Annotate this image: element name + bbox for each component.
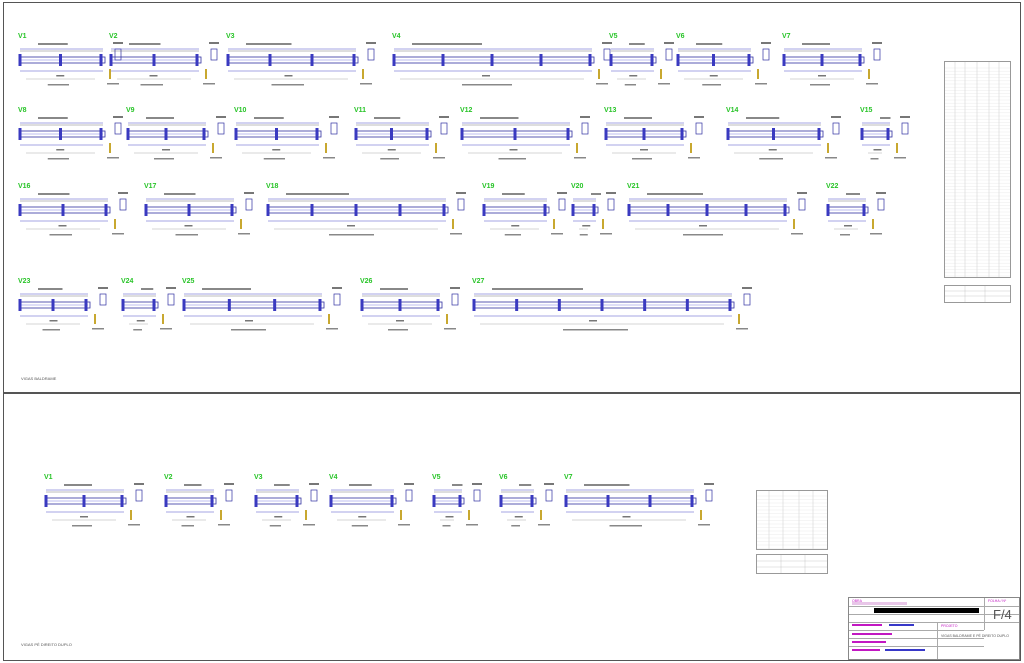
decor-line-5 <box>852 649 880 651</box>
beam-detail-drawing <box>460 116 590 160</box>
steel-totals-table-bottom <box>756 554 828 574</box>
steel-totals-table <box>944 285 1011 303</box>
projeto-value: VIGAS BALDRAME E PÉ DIREITO DUPLO <box>941 634 1010 638</box>
beam-detail-drawing <box>18 192 128 236</box>
beam-detail-drawing <box>676 42 771 86</box>
beam-detail-drawing <box>164 483 234 527</box>
sheet-label-bottom: VIGAS PÉ DIREITO DUPLO <box>21 642 72 647</box>
steel-summary-table <box>944 61 1011 278</box>
beam-detail-drawing <box>782 42 882 86</box>
beam-detail-drawing <box>472 287 752 331</box>
decor-line-6 <box>885 649 925 651</box>
redacted-owner <box>874 608 979 613</box>
decor-line-1 <box>852 624 882 626</box>
beam-detail-drawing <box>726 116 841 160</box>
beam-detail-drawing <box>18 287 108 331</box>
beam-detail-drawing <box>860 116 910 160</box>
decor-line-2 <box>889 624 914 626</box>
beam-detail-drawing <box>354 116 449 160</box>
sheet-number: F/4 <box>993 607 1012 622</box>
beam-detail-drawing <box>392 42 612 86</box>
beam-detail-drawing <box>826 192 886 236</box>
beam-detail-drawing <box>182 287 342 331</box>
beam-detail-drawing <box>360 287 460 331</box>
steel-totals-grid <box>945 286 1010 302</box>
beam-detail-drawing <box>109 42 219 86</box>
decor-line-4 <box>852 641 886 643</box>
steel-summary-table-bottom <box>756 490 828 550</box>
beam-detail-drawing <box>499 483 554 527</box>
beam-detail-drawing <box>627 192 807 236</box>
beam-detail-drawing <box>432 483 482 527</box>
beam-detail-drawing <box>234 116 339 160</box>
folha-label: FOLHA / Nº <box>988 599 1007 603</box>
beam-detail-drawing <box>604 116 704 160</box>
highlight-bar <box>852 602 907 605</box>
title-block: OBRA FOLHA / Nº F/4 PROJETO VIGAS BALDRA… <box>848 597 1020 660</box>
beam-detail-drawing <box>44 483 144 527</box>
decor-line-3 <box>852 633 892 635</box>
beam-detail-drawing <box>144 192 254 236</box>
beam-detail-drawing <box>126 116 226 160</box>
beam-detail-drawing <box>266 192 466 236</box>
sheet-label-top: VIGAS BALDRAME <box>21 376 57 381</box>
steel-totals-grid-bottom <box>757 555 827 573</box>
steel-summary-grid <box>945 62 1010 277</box>
beam-detail-drawing <box>254 483 319 527</box>
beam-detail-drawing <box>18 116 123 160</box>
projeto-label: PROJETO <box>941 624 958 628</box>
steel-summary-grid-bottom <box>757 491 827 549</box>
drawing-sheet-top: V1 V2 V3 V4 V5 V6 V7 V8 V9 V10 V11 V12 V13 V14 V15 V16 V… <box>3 2 1021 393</box>
beam-detail-drawing <box>564 483 714 527</box>
beam-detail-drawing <box>226 42 376 86</box>
beam-detail-drawing <box>329 483 414 527</box>
